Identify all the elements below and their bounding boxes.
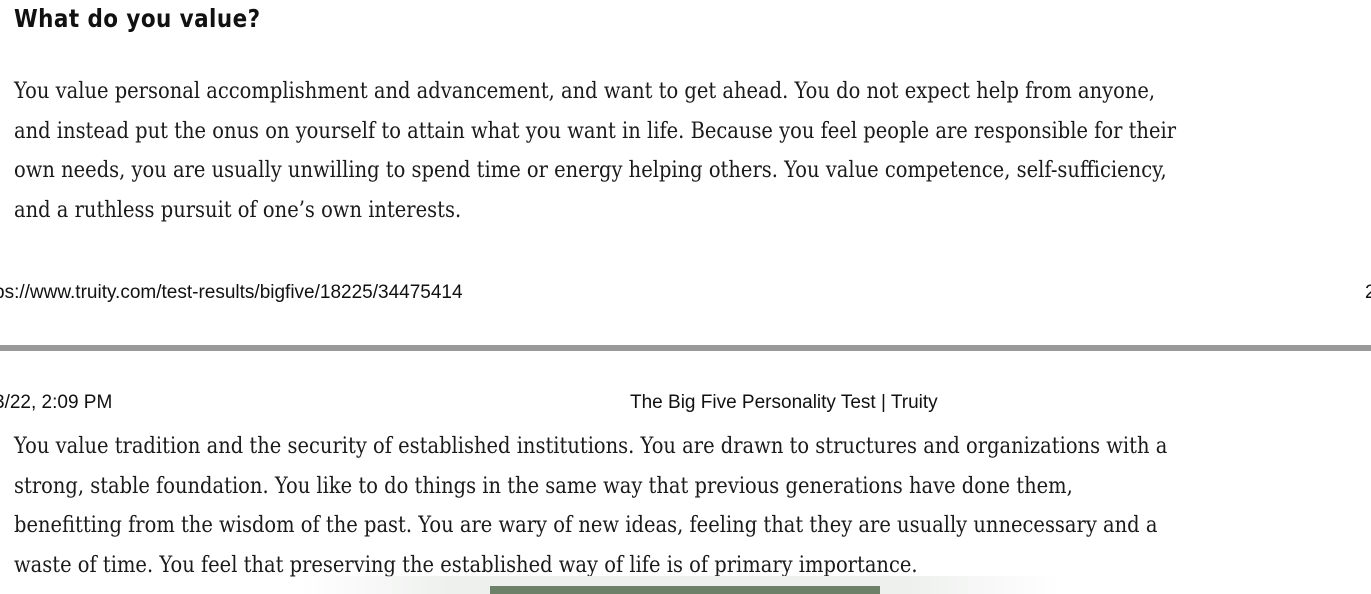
print-footer-url: ps://www.truity.com/test-results/bigfive…: [0, 282, 463, 303]
print-footer-page-number: 2: [1365, 282, 1371, 303]
paragraph-line: benefitting from the wisdom of the past.…: [14, 513, 1158, 538]
paragraph-line: You value tradition and the security of …: [14, 434, 1168, 459]
values-paragraph-achievement: You value personal accomplishment and ad…: [14, 72, 1176, 230]
paragraph-line: strong, stable foundation. You like to d…: [14, 473, 1073, 499]
illustration-image-top-edge: [490, 586, 880, 594]
paragraph-line: and a ruthless pursuit of one’s own inte…: [14, 197, 462, 223]
values-paragraph-tradition: You value tradition and the security of …: [14, 427, 1167, 585]
paragraph-line: own needs, you are usually unwilling to …: [14, 158, 1167, 183]
print-header-datetime: 3/22, 2:09 PM: [0, 392, 113, 413]
section-heading: What do you value?: [14, 4, 261, 33]
page-break-divider: [0, 345, 1371, 351]
paragraph-line: You value personal accomplishment and ad…: [14, 79, 1156, 104]
print-header-title: The Big Five Personality Test | Truity: [630, 392, 938, 413]
paragraph-line: and instead put the onus on yourself to …: [14, 118, 1177, 144]
document-page: What do you value? You value personal ac…: [0, 0, 1371, 594]
